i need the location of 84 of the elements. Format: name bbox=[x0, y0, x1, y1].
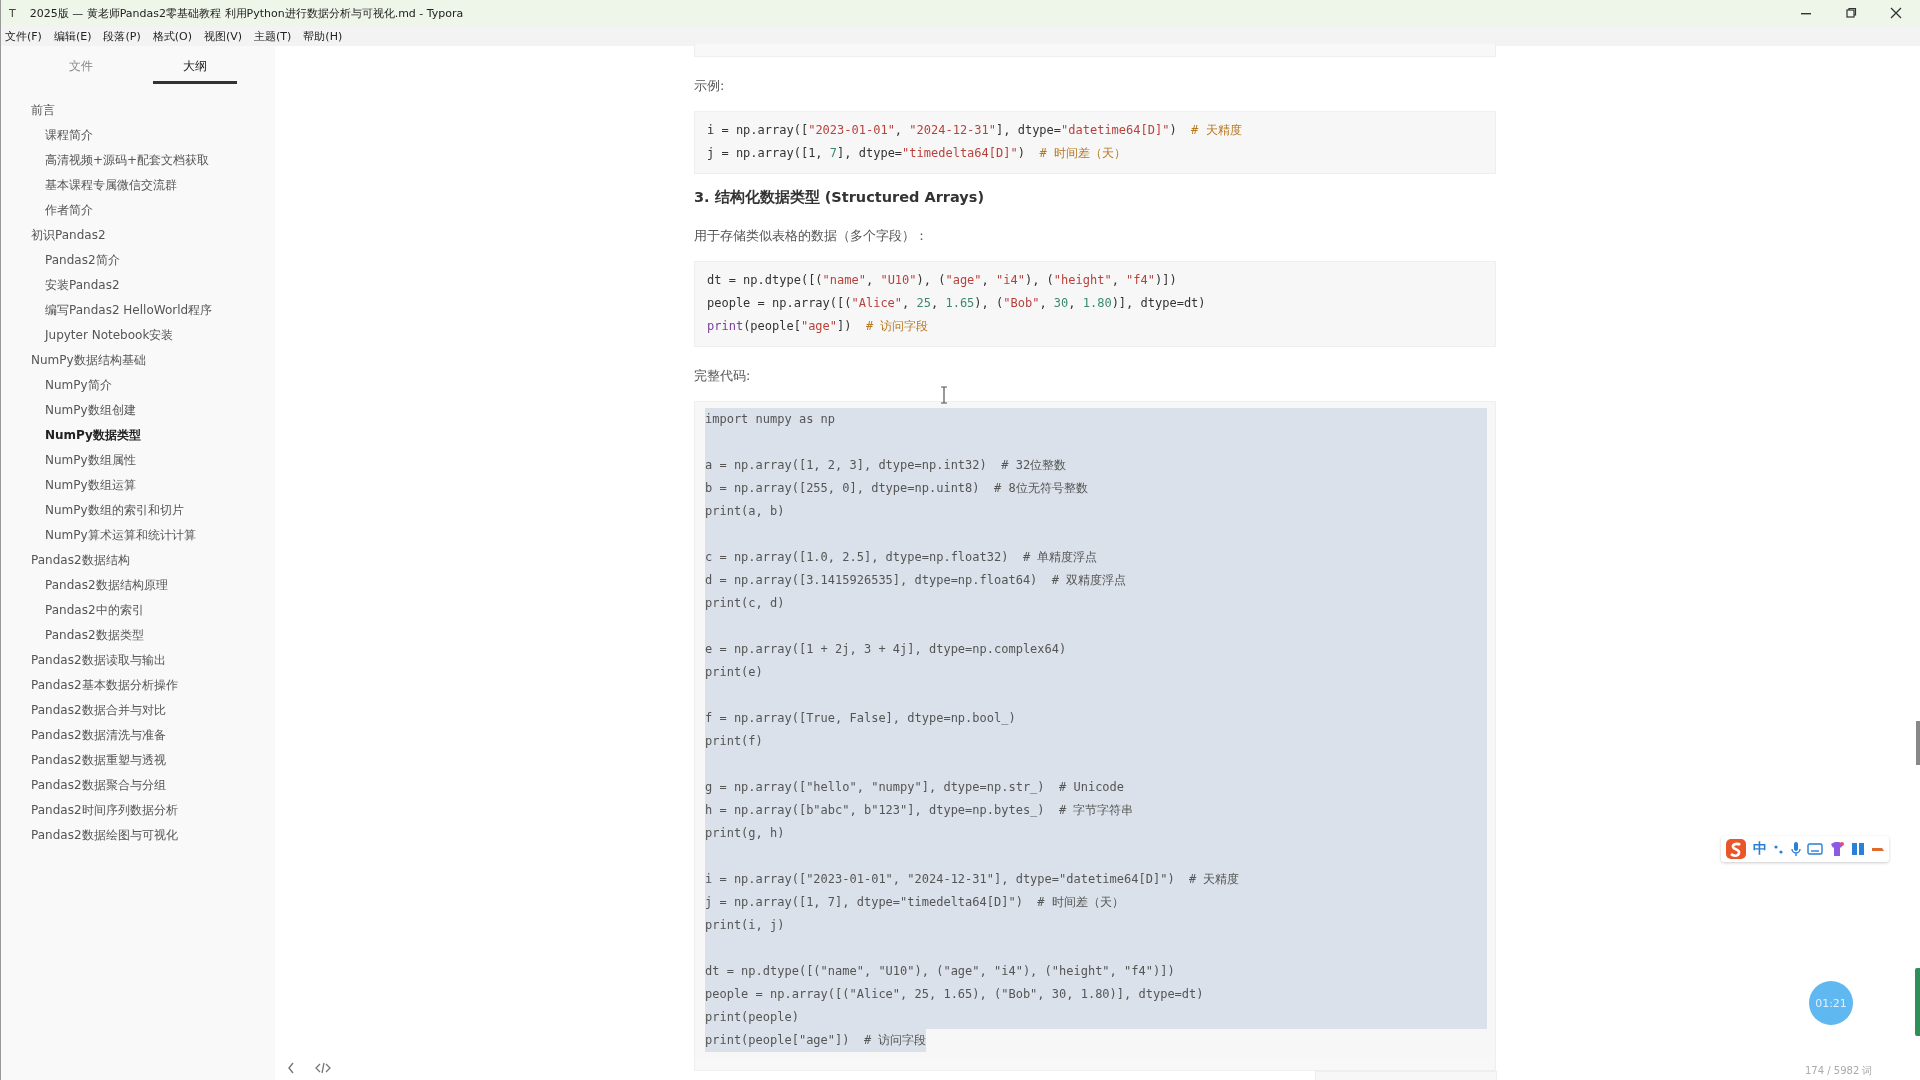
grid-icon[interactable] bbox=[1851, 842, 1865, 856]
menu-item[interactable]: 段落(P) bbox=[103, 28, 141, 44]
sidebar-tab[interactable]: 大纲 bbox=[153, 58, 237, 84]
code-line: print(c, d) bbox=[705, 595, 786, 612]
code-line: j = np.array([1, 7], dtype="timedelta64[D]") # 时间差（天） bbox=[707, 145, 1127, 162]
outline-item[interactable]: Pandas2数据读取与输出 bbox=[31, 648, 275, 673]
window-title: 2025版 — 黄老师Pandas2零基础教程 利用Python进行数据分析与可视化.md - Typora bbox=[29, 5, 464, 21]
code-line: people = np.array([("Alice", 25, 1.65), ("Bob", 30, 1.80)], dtype=dt) bbox=[705, 986, 1205, 1003]
outline-item[interactable]: Pandas2数据结构原理 bbox=[31, 573, 275, 598]
code-line: e = np.array([1 + 2j, 3 + 4j], dtype=np.complex64) bbox=[705, 641, 1068, 658]
code-line: dt = np.dtype([("name", "U10"), ("age", "i4"), ("height", "f4")]) bbox=[705, 963, 1176, 980]
outline-item[interactable]: NumPy数组创建 bbox=[31, 398, 275, 423]
code-line: print(people) bbox=[705, 1009, 800, 1026]
outline-item[interactable]: Pandas2数据清洗与准备 bbox=[31, 723, 275, 748]
outline-item[interactable]: 基本课程专属微信交流群 bbox=[31, 173, 275, 198]
code-line: print(people["age"]) # 访问字段 bbox=[707, 318, 930, 335]
outline-item[interactable]: 作者简介 bbox=[31, 198, 275, 223]
word-count: 174 / 5982 词 bbox=[1805, 1064, 1873, 1078]
input-mode[interactable]: 中 bbox=[1753, 840, 1767, 858]
code-line: import numpy as np bbox=[705, 411, 837, 428]
code-line: g = np.array(["hello", "numpy"], dtype=np.str_) # Unicode bbox=[705, 779, 1126, 796]
shirt-icon[interactable] bbox=[1829, 841, 1845, 857]
outline-item[interactable]: NumPy简介 bbox=[31, 373, 275, 398]
outline-item[interactable]: Pandas2数据类型 bbox=[31, 623, 275, 648]
code-line: print(e) bbox=[705, 664, 764, 681]
code-line: c = np.array([1.0, 2.5], dtype=np.float32) # 单精度浮点 bbox=[705, 549, 1099, 566]
outline-item[interactable]: Pandas2数据合并与对比 bbox=[31, 698, 275, 723]
outline-item[interactable]: 初识Pandas2 bbox=[31, 223, 275, 248]
sidebar-tab[interactable]: 文件 bbox=[39, 58, 123, 84]
menu-item[interactable]: 主题(T) bbox=[254, 28, 292, 44]
outline-item[interactable]: Pandas2简介 bbox=[31, 248, 275, 273]
scrollbar-thumb[interactable] bbox=[1916, 721, 1920, 765]
outline-item[interactable]: 课程简介 bbox=[31, 123, 275, 148]
app-icon: T bbox=[9, 6, 16, 20]
timer-badge: 01:21 bbox=[1809, 981, 1853, 1025]
outline-item[interactable]: Pandas2基本数据分析操作 bbox=[31, 673, 275, 698]
code-line: d = np.array([3.1415926535], dtype=np.float64) # 双精度浮点 bbox=[705, 572, 1128, 589]
code-line: h = np.array([b"abc", b"123"], dtype=np.bytes_) # 字节字符串 bbox=[705, 802, 1135, 819]
text-cursor-icon bbox=[940, 386, 948, 404]
paragraph: 示例: bbox=[694, 77, 726, 95]
close-icon[interactable] bbox=[1890, 7, 1902, 19]
code-icon[interactable] bbox=[315, 1062, 331, 1074]
outline-item[interactable]: NumPy数据结构基础 bbox=[31, 348, 275, 373]
menu-item[interactable]: 编辑(E) bbox=[53, 28, 92, 44]
code-line: j = np.array([1, 7], dtype="timedelta64[D]") # 时间差（天） bbox=[705, 894, 1125, 911]
paragraph: 完整代码: bbox=[694, 367, 752, 385]
code-line: print(g, h) bbox=[705, 825, 786, 842]
outline-item[interactable]: NumPy数组运算 bbox=[31, 473, 275, 498]
outline-item[interactable]: NumPy数组属性 bbox=[31, 448, 275, 473]
microphone-icon[interactable] bbox=[1791, 841, 1801, 857]
outline-item[interactable]: NumPy算术运算和统计计算 bbox=[31, 523, 275, 548]
chevron-left-icon[interactable] bbox=[287, 1062, 295, 1074]
outline-item[interactable]: 编写Pandas2 HelloWorld程序 bbox=[31, 298, 275, 323]
restore-icon[interactable] bbox=[1845, 7, 1857, 19]
outline-item[interactable]: Pandas2数据绘图与可视化 bbox=[31, 823, 275, 848]
outline-item[interactable]: 安装Pandas2 bbox=[31, 273, 275, 298]
code-line: b = np.array([255, 0], dtype=np.uint8) # 8位无符号整数 bbox=[705, 480, 1089, 497]
code-line: print(i, j) bbox=[705, 917, 786, 934]
section-heading: 3. 结构化数据类型 (Structured Arrays) bbox=[694, 188, 985, 207]
keyboard-icon[interactable] bbox=[1807, 843, 1823, 855]
side-handle[interactable] bbox=[1915, 968, 1920, 1036]
menu-item[interactable]: 视图(V) bbox=[203, 28, 243, 44]
outline-item[interactable]: 高清视频+源码+配套文档获取 bbox=[31, 148, 275, 173]
code-line: print(a, b) bbox=[705, 503, 786, 520]
code-line: a = np.array([1, 2, 3], dtype=np.int32) # 32位整数 bbox=[705, 457, 1068, 474]
code-line: i = np.array(["2023-01-01", "2024-12-31"], dtype="datetime64[D]") # 天精度 bbox=[705, 871, 1241, 888]
outline-item[interactable]: Pandas2中的索引 bbox=[31, 598, 275, 623]
outline-item[interactable]: Pandas2数据结构 bbox=[31, 548, 275, 573]
code-line: people = np.array([("Alice", 25, 1.65), ("Bob", 30, 1.80)], dtype=dt) bbox=[707, 295, 1207, 312]
menu-item[interactable]: 帮助(H) bbox=[303, 28, 343, 44]
code-line: dt = np.dtype([("name", "U10"), ("age", "i4"), ("height", "f4")]) bbox=[707, 272, 1178, 289]
outline-item[interactable]: NumPy数组的索引和切片 bbox=[31, 498, 275, 523]
outline-item[interactable]: Pandas2数据重塑与透视 bbox=[31, 748, 275, 773]
outline-item[interactable]: NumPy数据类型 bbox=[31, 423, 275, 448]
code-line: f = np.array([True, False], dtype=np.bool_) bbox=[705, 710, 1017, 727]
menu-item[interactable]: 文件(F) bbox=[5, 28, 42, 44]
outline-item[interactable]: Jupyter Notebook安装 bbox=[31, 323, 275, 348]
menu-item[interactable]: 格式(O) bbox=[152, 28, 192, 44]
outline-item[interactable]: 前言 bbox=[31, 98, 275, 123]
paragraph: 用于存储类似表格的数据（多个字段）： bbox=[694, 227, 929, 245]
outline-item[interactable]: Pandas2数据聚合与分组 bbox=[31, 773, 275, 798]
code-line: print(f) bbox=[705, 733, 764, 750]
outline-item[interactable]: Pandas2时间序列数据分析 bbox=[31, 798, 275, 823]
code-line: i = np.array(["2023-01-01", "2024-12-31"], dtype="datetime64[D]") # 天精度 bbox=[707, 122, 1243, 139]
